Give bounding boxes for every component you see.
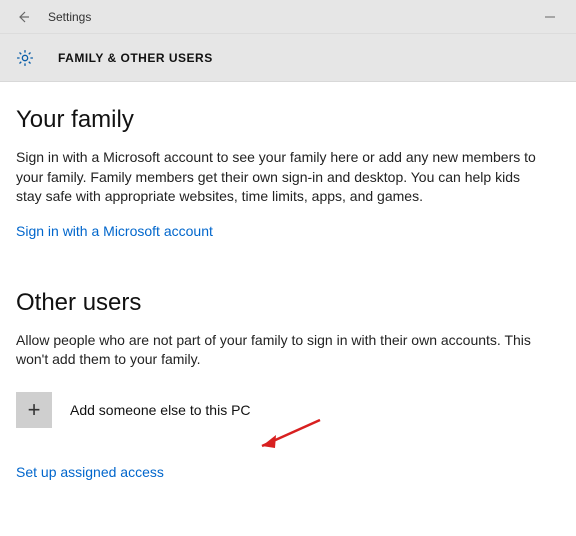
page-heading: FAMILY & OTHER USERS <box>58 51 213 65</box>
family-title: Your family <box>16 106 560 134</box>
minimize-icon <box>544 11 556 23</box>
signin-microsoft-link[interactable]: Sign in with a Microsoft account <box>16 223 213 239</box>
page-header: FAMILY & OTHER USERS <box>0 34 576 82</box>
window-titlebar: Settings <box>0 0 576 34</box>
window-title: Settings <box>48 10 91 24</box>
family-section: Your family Sign in with a Microsoft acc… <box>16 106 560 241</box>
other-users-body: Allow people who are not part of your fa… <box>16 331 536 370</box>
other-users-section: Other users Allow people who are not par… <box>16 289 560 482</box>
family-body: Sign in with a Microsoft account to see … <box>16 148 536 207</box>
back-button[interactable] <box>6 3 40 31</box>
plus-icon: + <box>16 392 52 428</box>
arrow-left-icon <box>15 9 31 25</box>
setup-assigned-access-link[interactable]: Set up assigned access <box>16 464 164 480</box>
gear-icon <box>14 47 36 69</box>
content-area: Your family Sign in with a Microsoft acc… <box>0 82 576 482</box>
other-users-title: Other users <box>16 289 560 317</box>
minimize-button[interactable] <box>530 3 570 31</box>
add-someone-label: Add someone else to this PC <box>70 402 251 418</box>
add-someone-button[interactable]: + Add someone else to this PC <box>16 392 560 428</box>
